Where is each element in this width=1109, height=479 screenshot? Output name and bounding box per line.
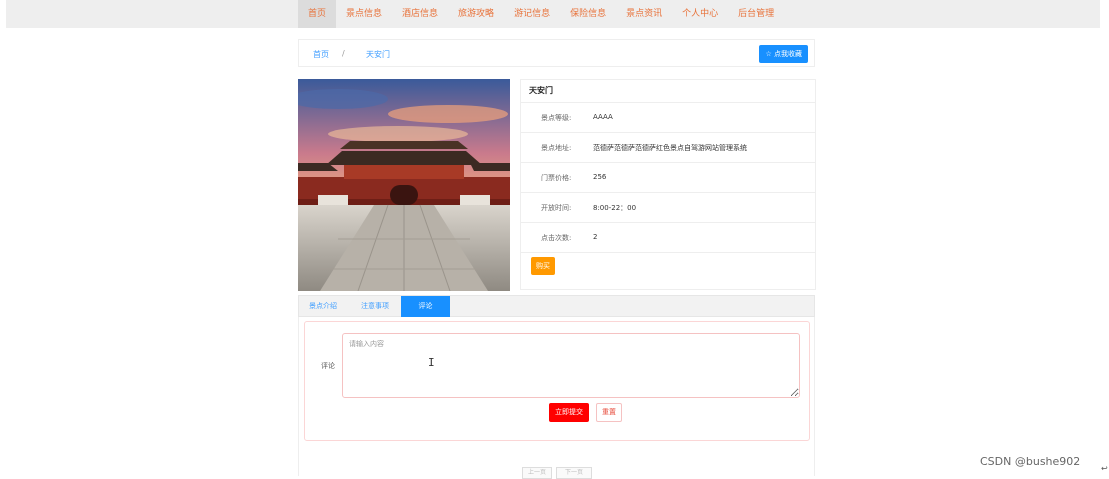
pager-prev-button[interactable]: 上一页 [522,467,552,479]
reset-button[interactable]: 重置 [596,403,622,422]
info-row-price: 门票价格: 256 [521,163,815,193]
pager-next-button[interactable]: 下一页 [556,467,592,479]
breadcrumb-current: 天安门 [366,50,390,59]
info-label: 景点等级: [541,114,572,122]
nav-item-travelogues[interactable]: 游记信息 [504,0,560,28]
nav-item-insurance[interactable]: 保险信息 [560,0,616,28]
nav-item-profile[interactable]: 个人中心 [672,0,728,28]
info-row-level: 景点等级: AAAA [521,103,815,133]
comment-input[interactable] [342,333,800,398]
favorite-button-label: 点我收藏 [774,50,802,58]
info-label: 点击次数: [541,234,572,242]
detail-tabs: 景点介绍 注意事项 评论 [298,295,815,317]
top-nav: 首页 景点信息 酒店信息 旅游攻略 游记信息 保险信息 景点资讯 个人中心 后台… [298,0,784,28]
breadcrumb-home-link[interactable]: 首页 [313,49,329,60]
info-row-clicks: 点击次数: 2 [521,223,815,253]
info-label: 景点地址: [541,144,572,152]
info-value: 256 [593,173,607,181]
nav-item-admin[interactable]: 后台管理 [728,0,784,28]
attraction-title: 天安门 [521,80,815,103]
nav-item-guides[interactable]: 旅游攻略 [448,0,504,28]
info-value: 2 [593,233,598,241]
breadcrumb: 首页 / 天安门 ☆ 点我收藏 [298,39,815,67]
watermark: CSDN @bushe902 [980,455,1081,468]
tab-comments[interactable]: 评论 [401,296,450,317]
buy-row: 购买 [521,253,815,279]
nav-item-news[interactable]: 景点资讯 [616,0,672,28]
info-row-hours: 开放时间: 8:00-22：00 [521,193,815,223]
tab-notes[interactable]: 注意事项 [361,296,389,317]
info-row-address: 景点地址: 范德萨范德萨范德萨红色景点自驾游网站管理系统 [521,133,815,163]
breadcrumb-separator: / [342,49,345,58]
tab-introduction[interactable]: 景点介绍 [309,296,337,317]
nav-item-attractions[interactable]: 景点信息 [336,0,392,28]
buy-button[interactable]: 购买 [531,257,555,275]
comment-label: 评论 [321,362,335,370]
info-value: 范德萨范德萨范德萨红色景点自驾游网站管理系统 [593,144,747,152]
attraction-photo [298,79,510,291]
nav-item-hotels[interactable]: 酒店信息 [392,0,448,28]
star-outline-icon: ☆ [765,50,772,58]
favorite-button[interactable]: ☆ 点我收藏 [759,45,808,63]
info-label: 开放时间: [541,204,572,212]
text-cursor-icon: I [428,356,435,369]
info-label: 门票价格: [541,174,572,182]
return-icon: ↩ [1101,464,1108,473]
submit-button[interactable]: 立即提交 [549,403,589,422]
attraction-info-panel: 天安门 景点等级: AAAA 景点地址: 范德萨范德萨范德萨红色景点自驾游网站管… [520,79,816,290]
info-value: 8:00-22：00 [593,204,637,212]
nav-item-home[interactable]: 首页 [298,0,337,28]
info-value: AAAA [593,113,613,121]
